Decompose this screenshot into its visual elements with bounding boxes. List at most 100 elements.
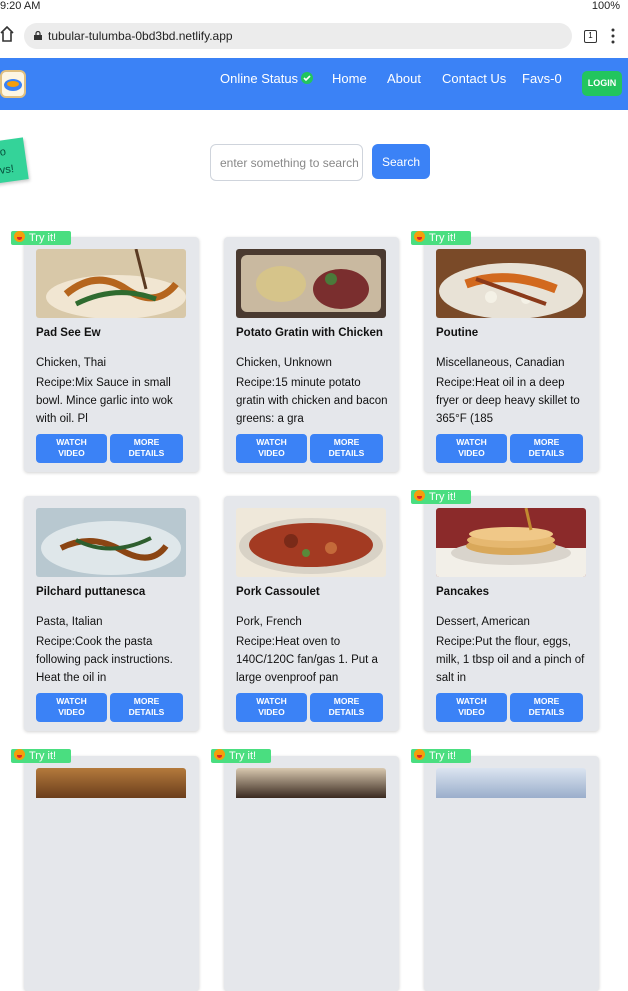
nav-home-link[interactable]: Home [332,71,367,86]
more-label-2: DETAILS [528,448,565,458]
try-it-label: Try it! [429,491,457,503]
watch-video-button[interactable]: WATCH VIDEO [436,693,507,722]
watch-label-2: VIDEO [458,448,485,458]
more-label-2: DETAILS [328,448,365,458]
recipe-name: Poutine [436,327,479,339]
try-it-label: Try it! [429,750,457,762]
try-it-badge: Try it! [411,231,471,245]
nav-online-status: Online Status [220,71,314,86]
more-label-2: DETAILS [128,448,165,458]
recipe-card-partial [424,756,599,991]
recipe-tags: Chicken, Unknown [236,357,332,369]
more-details-button[interactable]: MORE DETAILS [510,693,583,722]
watch-label-2: VIDEO [258,448,285,458]
sticky-line-2: levs! [0,163,15,179]
logo-icon [4,79,22,91]
status-time: 9:20 AM [0,0,41,12]
watch-video-button[interactable]: WATCH VIDEO [436,434,507,463]
more-details-button[interactable]: MORE DETAILS [310,693,383,722]
more-label-2: DETAILS [128,707,165,717]
overflow-menu-icon[interactable] [610,28,616,44]
emoji-icon [414,231,425,242]
recipe-card-partial [224,756,399,991]
emoji-icon [414,490,425,501]
recipe-card: Pad See Ew Chicken, Thai Recipe:Mix Sauce … [24,237,199,472]
recipe-snippet: Recipe:Mix Sauce in small bowl. Mince ga… [36,377,173,425]
site-logo[interactable] [0,70,26,98]
status-bar: 9:20 AM 100% [0,0,628,14]
try-it-badge: Try it! [11,749,71,763]
try-it-badge: Try it! [11,231,71,245]
emoji-icon [414,749,425,760]
try-it-label: Try it! [429,232,457,244]
more-label-1: MORE [133,437,160,447]
watch-video-button[interactable]: WATCH VIDEO [236,693,307,722]
recipe-card-partial [24,756,199,991]
more-details-button[interactable]: MORE DETAILS [510,434,583,463]
search-input[interactable] [210,144,363,181]
more-label-1: MORE [133,696,160,706]
watch-label-1: WATCH [56,437,87,447]
url-text: tubular-tulumba-0bd3bd.netlify.app [48,29,233,43]
recipe-card: Pilchard puttanesca Pasta, Italian Recipe:… [24,496,199,731]
recipe-photo [436,508,586,577]
recipe-name: Pad See Ew [36,327,101,339]
watch-label-1: WATCH [456,696,487,706]
nav-about-link[interactable]: About [387,71,421,86]
more-details-button[interactable]: MORE DETAILS [110,434,183,463]
tab-switcher-button[interactable]: 1 [584,30,597,43]
more-details-button[interactable]: MORE DETAILS [310,434,383,463]
recipe-card: Poutine Miscellaneous, Canadian Recipe:Hea… [424,237,599,472]
address-bar[interactable]: tubular-tulumba-0bd3bd.netlify.app [24,23,572,49]
recipe-snippet: Recipe:Heat oil in a deep fryer or deep … [436,377,580,425]
recipe-name: Pork Cassoulet [236,586,320,598]
watch-label-2: VIDEO [258,707,285,717]
recipe-name: Potato Gratin with Chicken [236,327,383,339]
watch-video-button[interactable]: WATCH VIDEO [236,434,307,463]
recipe-photo [236,768,386,798]
nav-contact-link[interactable]: Contact Us [442,71,506,86]
home-icon[interactable] [0,26,14,42]
emoji-icon [214,749,225,760]
try-it-label: Try it! [29,750,57,762]
watch-label-1: WATCH [256,437,287,447]
more-details-button[interactable]: MORE DETAILS [110,693,183,722]
more-label-1: MORE [333,437,360,447]
hello-sticky-note: ello levs! [0,137,29,185]
check-icon [301,72,314,84]
search-button[interactable]: Search [372,144,430,179]
recipe-tags: Pasta, Italian [36,616,103,628]
watch-video-button[interactable]: WATCH VIDEO [36,434,107,463]
recipe-snippet: Recipe:Put the flour, eggs, milk, 1 tbsp… [436,636,585,684]
recipe-photo [36,249,186,318]
watch-label-2: VIDEO [58,448,85,458]
login-button[interactable]: LOGIN [582,71,622,96]
recipe-tags: Dessert, American [436,616,530,628]
lock-icon [34,31,42,40]
watch-label-2: VIDEO [458,707,485,717]
try-it-badge: Try it! [211,749,271,763]
recipe-snippet: Recipe:Heat oven to 140C/120C fan/gas 1.… [236,636,378,684]
recipe-card: Pancakes Dessert, American Recipe:Put the … [424,496,599,731]
recipe-tags: Miscellaneous, Canadian [436,357,565,369]
recipe-photo [436,249,586,318]
recipe-card: Potato Gratin with Chicken Chicken, Unkno… [224,237,399,472]
recipe-photo [36,508,186,577]
more-label-2: DETAILS [328,707,365,717]
try-it-label: Try it! [229,750,257,762]
recipe-tags: Chicken, Thai [36,357,107,369]
nav-favs-link[interactable]: Favs-0 [522,71,562,86]
try-it-badge: Try it! [411,749,471,763]
recipe-snippet: Recipe:Cook the pasta following pack ins… [36,636,173,684]
recipe-photo [36,768,186,798]
more-label-1: MORE [533,437,560,447]
try-it-badge: Try it! [411,490,471,504]
watch-label-1: WATCH [456,437,487,447]
try-it-label: Try it! [29,232,57,244]
watch-label-2: VIDEO [58,707,85,717]
more-label-1: MORE [533,696,560,706]
status-battery: 100% [591,0,620,12]
watch-video-button[interactable]: WATCH VIDEO [36,693,107,722]
emoji-icon [14,231,25,242]
browser-toolbar: tubular-tulumba-0bd3bd.netlify.app 1 [0,14,628,58]
